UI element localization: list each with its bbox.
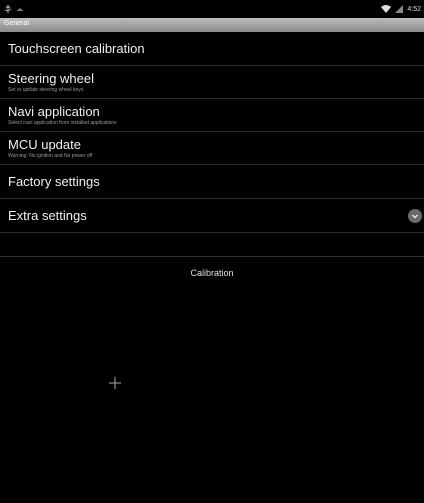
title-bar: General: [0, 18, 424, 32]
touchscreen-calibration-item[interactable]: Touchscreen calibration: [0, 32, 424, 66]
extra-settings-item[interactable]: Extra settings: [0, 199, 424, 233]
page-title: General: [4, 20, 29, 27]
section-divider: [0, 256, 424, 257]
item-title: MCU update: [8, 137, 81, 152]
mcu-update-item[interactable]: MCU update Warning: No ignition and No p…: [0, 132, 424, 165]
settings-list: Touchscreen calibration Steering wheel S…: [0, 32, 424, 233]
steering-wheel-item[interactable]: Steering wheel Set or update steering wh…: [0, 66, 424, 99]
item-title: Factory settings: [8, 174, 100, 189]
calibration-crosshair-icon[interactable]: [108, 376, 122, 390]
usb-icon: [4, 0, 12, 18]
item-subtitle: Set or update steering wheel keys: [8, 87, 84, 93]
item-title: Steering wheel: [8, 71, 94, 86]
status-bar: 4:52: [0, 0, 424, 18]
wifi-icon: [381, 0, 392, 18]
item-subtitle: Select navi application from installed a…: [8, 120, 117, 126]
signal-icon: [395, 0, 404, 18]
android-debug-icon: [16, 0, 24, 18]
expand-icon[interactable]: [408, 208, 422, 223]
item-title: Touchscreen calibration: [8, 41, 145, 56]
item-title: Extra settings: [8, 208, 87, 223]
factory-settings-item[interactable]: Factory settings: [0, 165, 424, 199]
status-time: 4:52: [407, 5, 421, 13]
navi-application-item[interactable]: Navi application Select navi application…: [0, 99, 424, 132]
calibration-title: Calibration: [190, 268, 234, 278]
item-subtitle: Warning: No ignition and No power off: [8, 153, 93, 159]
item-title: Navi application: [8, 104, 100, 119]
